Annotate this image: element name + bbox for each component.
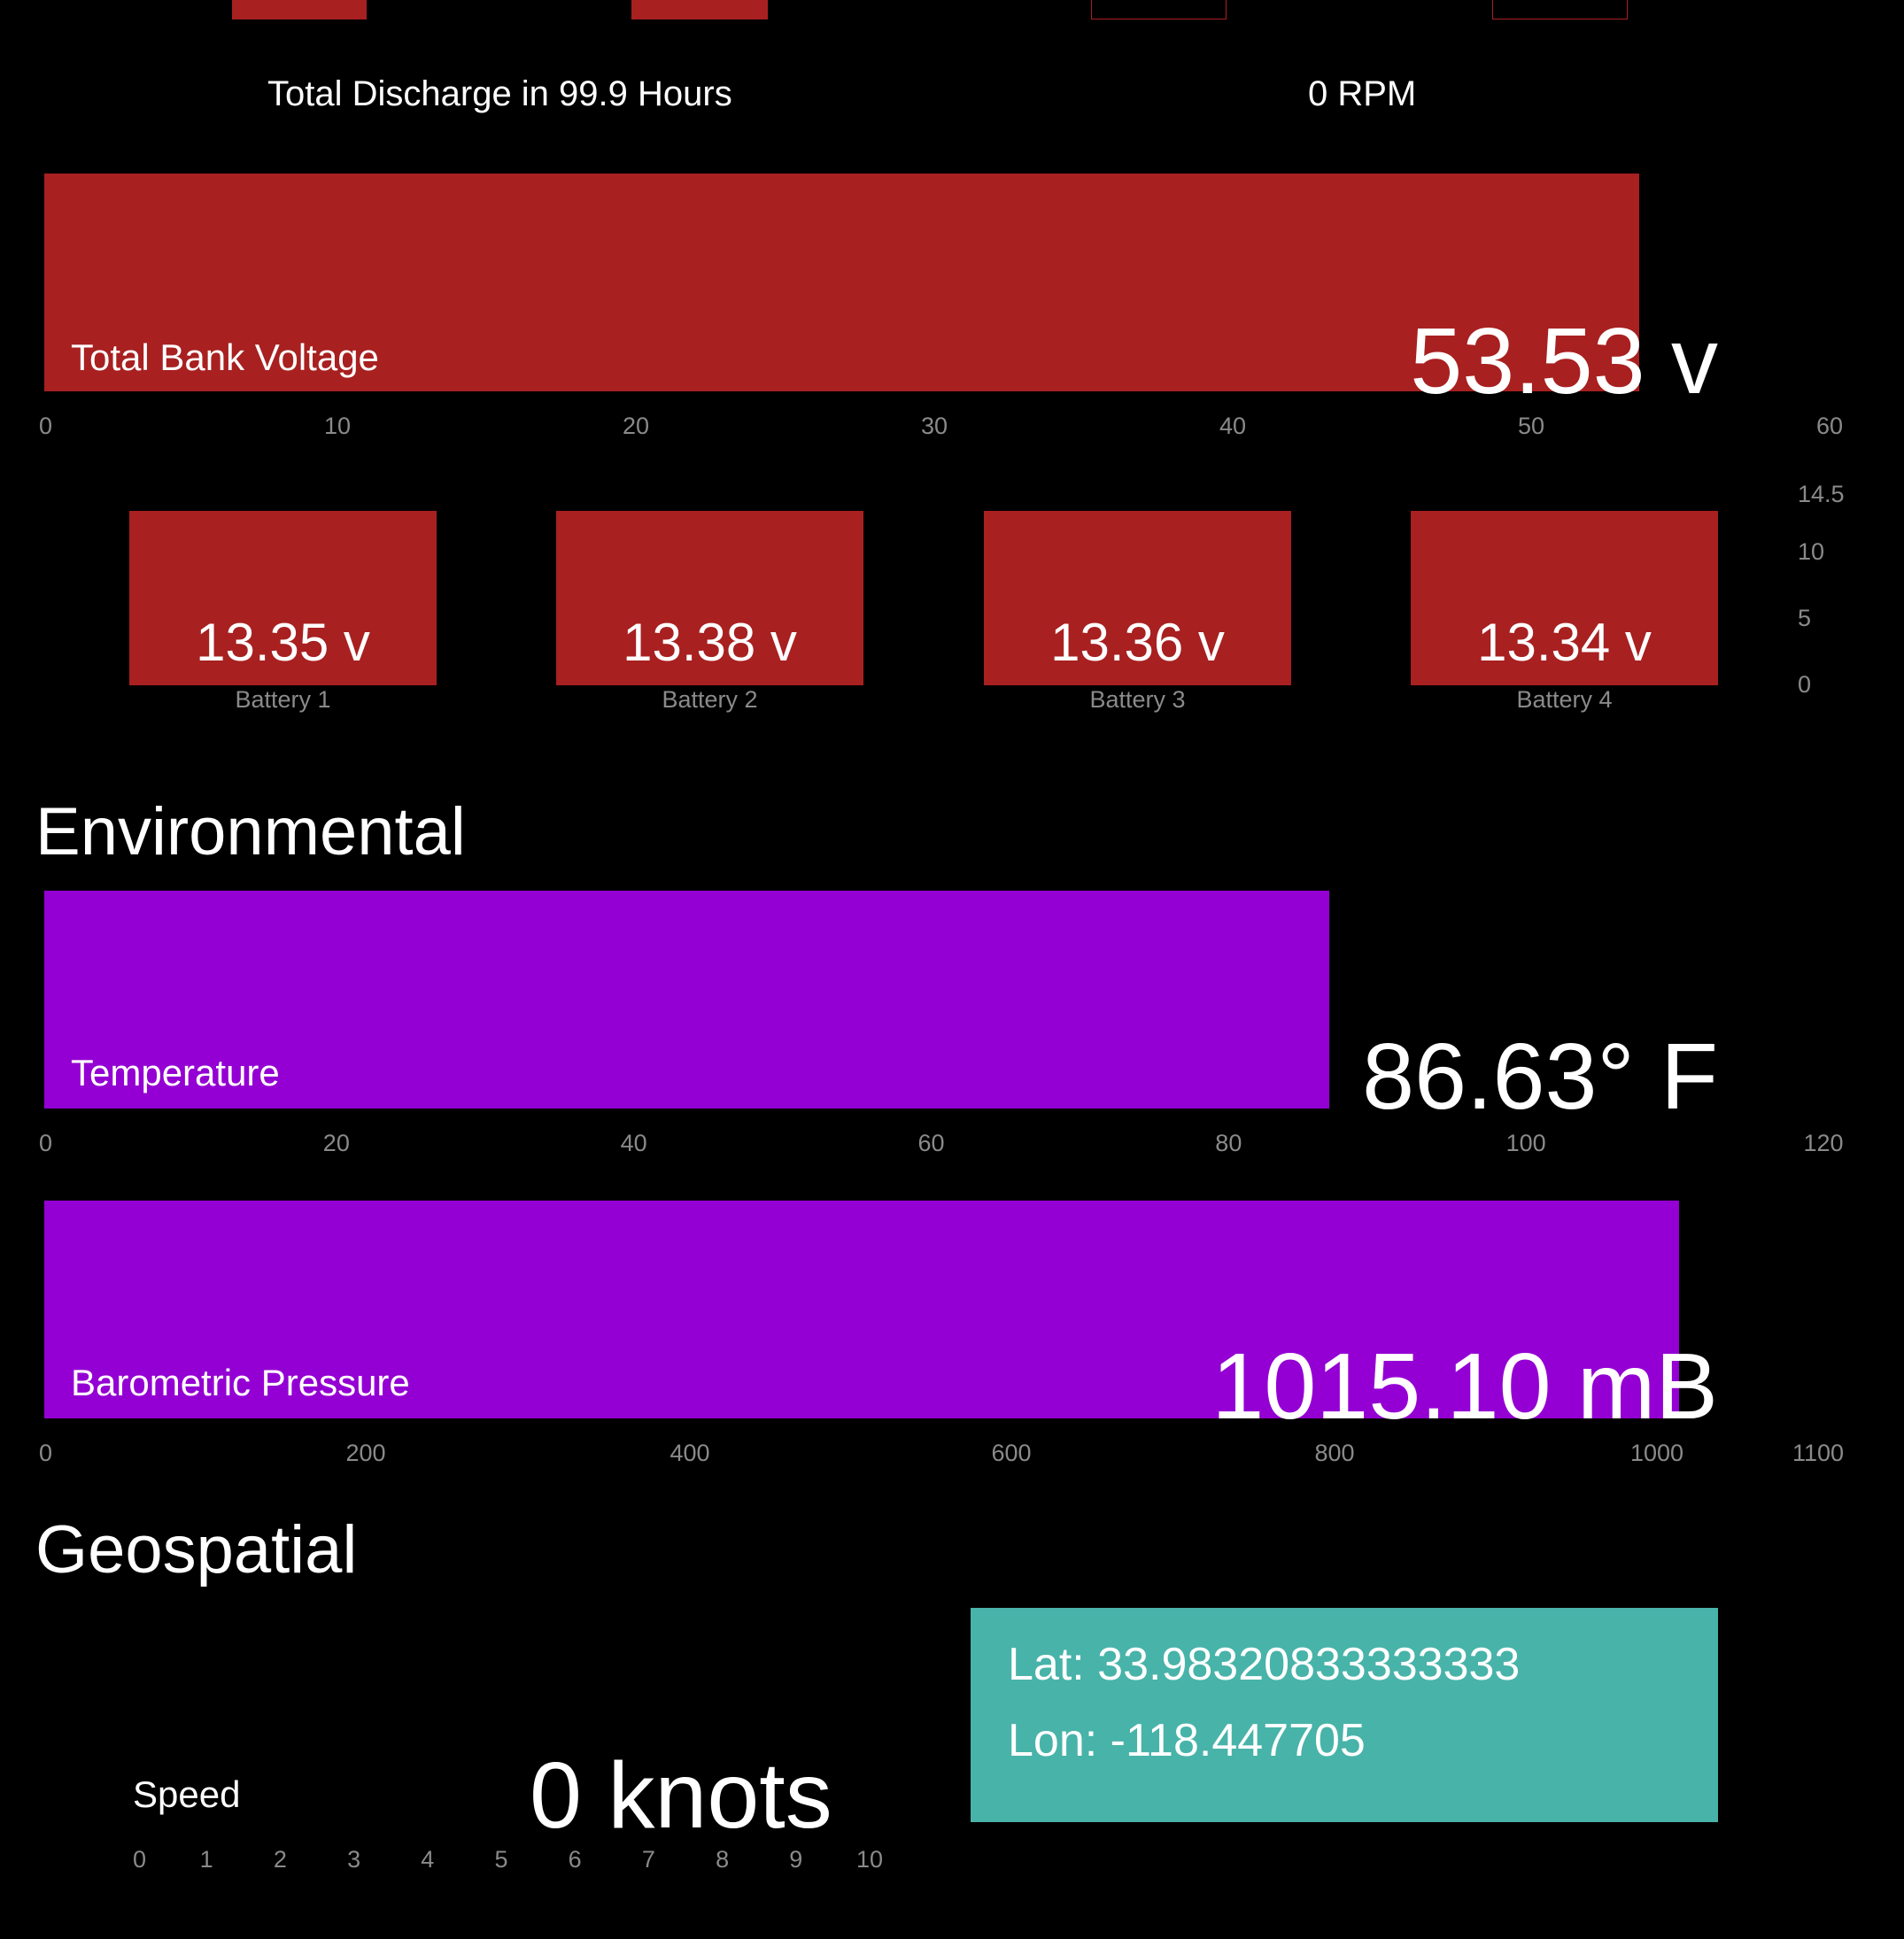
battery-1-name: Battery 1 bbox=[235, 686, 331, 713]
voltage-axis-tick: 50 bbox=[1517, 413, 1545, 439]
longitude-text: Lon: -118.447705 bbox=[1008, 1715, 1366, 1766]
temperature-axis-tick: 100 bbox=[1505, 1130, 1546, 1156]
voltage-axis-tick: 40 bbox=[1219, 413, 1247, 439]
pressure-axis-tick: 1000 bbox=[1629, 1440, 1684, 1466]
temperature-label: Temperature bbox=[71, 1052, 280, 1093]
discharge-gauge-fill-right bbox=[631, 0, 768, 19]
discharge-caption: Total Discharge in 99.9 Hours bbox=[267, 74, 732, 113]
battery-3-value: 13.36 v bbox=[1050, 613, 1225, 672]
speed-axis-tick: 6 bbox=[568, 1846, 582, 1873]
pressure-axis-tick: 600 bbox=[991, 1440, 1032, 1466]
pressure-axis-tick: 1100 bbox=[1792, 1440, 1845, 1466]
total-voltage-value: 53.53 v bbox=[1410, 309, 1718, 413]
temperature-axis-tick: 0 bbox=[39, 1130, 53, 1156]
environmental-title: Environmental bbox=[35, 794, 466, 869]
temperature-axis-tick: 60 bbox=[917, 1130, 945, 1156]
rpm-gauge-outline-left bbox=[1091, 0, 1227, 19]
voltage-axis-tick: 0 bbox=[39, 413, 53, 439]
position-panel: Lat: 33.98320833333333 Lon: -118.447705 bbox=[971, 1608, 1718, 1822]
temperature-axis-tick: 40 bbox=[620, 1130, 647, 1156]
geospatial-title: Geospatial bbox=[35, 1512, 358, 1588]
battery-1-value: 13.35 v bbox=[196, 613, 370, 672]
speed-axis-tick: 8 bbox=[716, 1846, 730, 1873]
latitude-text: Lat: 33.98320833333333 bbox=[1008, 1639, 1521, 1690]
speed-axis-tick: 0 bbox=[133, 1846, 147, 1873]
speed-label: Speed bbox=[133, 1773, 241, 1815]
voltage-axis-tick: 20 bbox=[622, 413, 650, 439]
speed-axis-tick: 2 bbox=[273, 1846, 287, 1873]
pressure-axis-tick: 0 bbox=[39, 1440, 53, 1466]
battery-4-name: Battery 4 bbox=[1516, 686, 1613, 713]
temperature-value: 86.63° F bbox=[1362, 1024, 1718, 1129]
battery-scale-tick: 5 bbox=[1798, 605, 1812, 631]
pressure-value: 1015.10 mB bbox=[1211, 1334, 1718, 1439]
battery-scale-tick: 0 bbox=[1798, 671, 1812, 698]
battery-2-name: Battery 2 bbox=[662, 686, 758, 713]
battery-3-name: Battery 3 bbox=[1089, 686, 1186, 713]
rpm-gauge-outline-right bbox=[1492, 0, 1628, 19]
pressure-axis-tick: 800 bbox=[1314, 1440, 1355, 1466]
speed-axis-tick: 1 bbox=[199, 1846, 213, 1873]
total-voltage-label: Total Bank Voltage bbox=[71, 336, 379, 378]
voltage-axis-tick: 60 bbox=[1815, 413, 1844, 439]
battery-4-value: 13.34 v bbox=[1477, 613, 1652, 672]
speed-axis-tick: 10 bbox=[855, 1846, 884, 1873]
speed-axis-tick: 7 bbox=[641, 1846, 655, 1873]
speed-axis-tick: 3 bbox=[347, 1846, 361, 1873]
temperature-axis-tick: 20 bbox=[322, 1130, 350, 1156]
rpm-caption: 0 RPM bbox=[1308, 74, 1417, 113]
battery-2-value: 13.38 v bbox=[623, 613, 797, 672]
pressure-axis-tick: 200 bbox=[345, 1440, 386, 1466]
speed-axis-tick: 9 bbox=[789, 1846, 803, 1873]
voltage-axis-tick: 30 bbox=[920, 413, 948, 439]
battery-scale-tick: 10 bbox=[1798, 538, 1825, 565]
temperature-axis-tick: 120 bbox=[1803, 1130, 1844, 1156]
pressure-label: Barometric Pressure bbox=[71, 1362, 410, 1403]
battery-scale-tick: 14.5 bbox=[1798, 481, 1845, 507]
discharge-gauge-fill-left bbox=[232, 0, 367, 19]
speed-value: 0 knots bbox=[530, 1743, 832, 1848]
speed-axis-tick: 5 bbox=[494, 1846, 508, 1873]
pressure-axis-tick: 400 bbox=[669, 1440, 710, 1466]
speed-axis-tick: 4 bbox=[421, 1846, 435, 1873]
voltage-axis-tick: 10 bbox=[323, 413, 352, 439]
temperature-axis-tick: 80 bbox=[1215, 1130, 1242, 1156]
